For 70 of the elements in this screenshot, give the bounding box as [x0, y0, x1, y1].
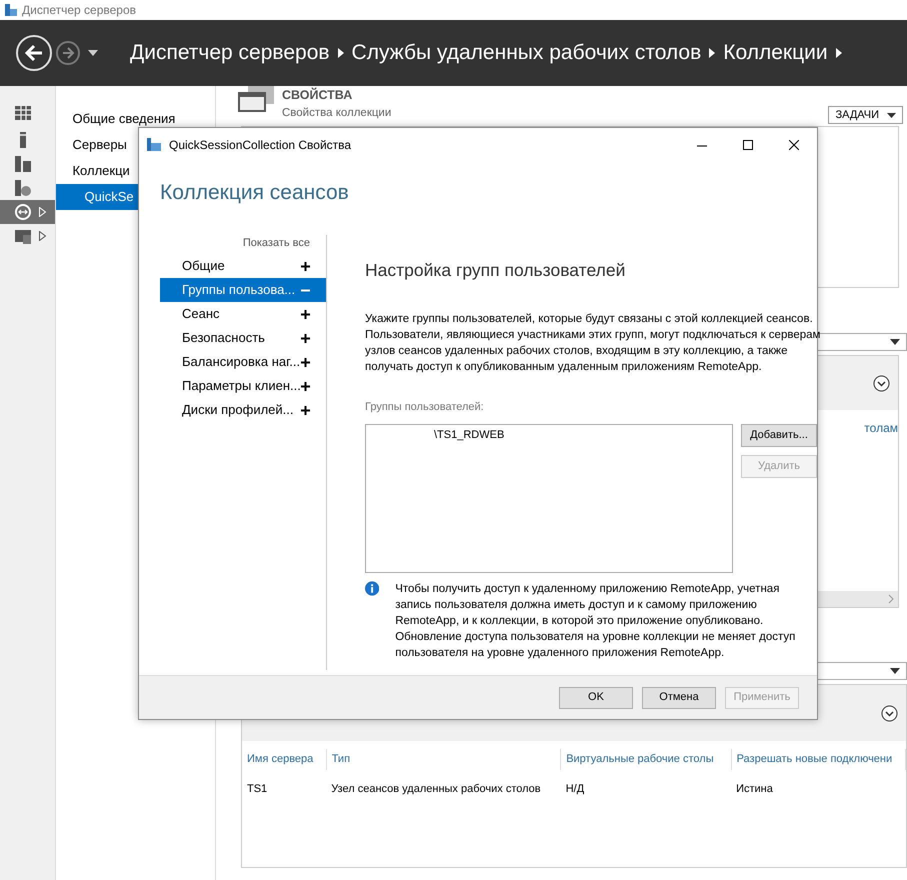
history-dropdown[interactable]	[88, 50, 98, 56]
breadcrumb-item[interactable]: Коллекции	[723, 37, 828, 69]
ok-button[interactable]: OK	[559, 686, 633, 708]
link-text[interactable]: толам	[864, 419, 898, 591]
breadcrumb-separator-icon	[709, 48, 716, 58]
table-cell: TS1	[242, 770, 326, 810]
close-icon	[789, 140, 799, 150]
nav-item[interactable]: Балансировка наг...	[160, 350, 326, 374]
column-header[interactable]: Тип	[326, 749, 561, 770]
nav-item[interactable]: Безопасность	[160, 326, 326, 350]
plus-icon	[301, 358, 310, 366]
description-text: Укажите группы пользователей, которые будут связаны с этой коллекцией сеансов. Пользователи, являющиеся участниками этих групп, могут подключаться к серверам узлов сеансов удаленных рабочих столов, входящим в эту коллекцию, а также получать доступ к опубликованным удаленным приложениям RemoteApp.	[365, 312, 822, 376]
back-arrow-icon	[23, 42, 45, 64]
groups-list[interactable]: \TS1_RDWEB	[365, 424, 733, 573]
table-cell: Н/Д	[560, 770, 732, 810]
app-icon	[147, 138, 161, 151]
window-title: Диспетчер серверов	[22, 2, 136, 19]
show-all-link[interactable]: Показать все	[160, 235, 326, 254]
plus-icon	[301, 334, 310, 342]
breadcrumb-separator-icon	[836, 48, 842, 58]
sidebar-tool[interactable]	[0, 200, 56, 224]
table-cell: Истина	[731, 770, 906, 810]
nav-item[interactable]: Сеанс	[160, 302, 326, 326]
server-disc-icon	[15, 180, 31, 196]
info-icon	[365, 580, 380, 596]
caret-icon	[88, 50, 98, 56]
forward-button[interactable]	[56, 41, 80, 65]
maximize-icon	[743, 140, 753, 150]
remote-circle-icon	[15, 204, 31, 220]
column-header[interactable]: Виртуальные рабочие столы	[560, 749, 732, 770]
scroll-right-icon	[888, 594, 894, 604]
nav-item[interactable]: Параметры клиен...	[160, 374, 326, 398]
dropdown-field[interactable]	[816, 662, 907, 680]
collapse-chevron-icon[interactable]	[881, 704, 898, 722]
plus-icon	[301, 262, 310, 270]
section-title: Настройка групп пользователей	[365, 259, 626, 282]
breadcrumb-item[interactable]: Диспетчер серверов	[130, 37, 330, 69]
servers-icon	[15, 156, 31, 172]
nav-item[interactable]: Группы пользова...	[160, 278, 326, 302]
dialog-title: QuickSessionCollection Свойства	[169, 136, 352, 154]
back-button[interactable]	[16, 35, 52, 71]
nav-item[interactable]: Диски профилей...	[160, 398, 326, 422]
section-subtitle: Свойства коллекции	[282, 106, 392, 121]
field-label: Группы пользователей:	[365, 400, 485, 416]
add-button[interactable]: Добавить...	[741, 424, 817, 447]
nav-item[interactable]: Общие	[160, 254, 326, 278]
breadcrumb-separator-icon	[338, 48, 344, 58]
plus-icon	[301, 406, 310, 414]
column-header[interactable]: Разрешать новые подключени	[731, 749, 906, 770]
caret-icon	[890, 339, 900, 345]
table-cell: Узел сеансов удаленных рабочих столов	[326, 770, 561, 810]
properties-icon	[238, 86, 274, 112]
section-title: СВОЙСТВА	[282, 86, 354, 104]
app-icon	[4, 3, 18, 17]
cancel-button[interactable]: Отмена	[642, 686, 716, 708]
plus-icon	[301, 382, 310, 390]
expand-arrow-icon	[39, 231, 46, 241]
grid-icon	[15, 106, 31, 122]
list-item[interactable]: \TS1_RDWEB	[434, 426, 732, 444]
tasks-button[interactable]: ЗАДАЧИ	[828, 106, 903, 124]
info-note: Чтобы получить доступ к удаленному приложению RemoteApp, учетная запись пользователя должна иметь доступ и к самому приложению RemoteApp, и к коллекции, в которой это приложение опубликовано. Обновление доступа пользователя на уровне коллекции не меняет доступ пользователя на уровне удаленного приложения RemoteApp.	[395, 582, 796, 661]
caret-icon	[887, 112, 896, 118]
folder-icon	[15, 228, 31, 244]
forward-arrow-icon	[61, 46, 75, 60]
plus-icon	[301, 310, 310, 318]
caret-icon	[890, 668, 900, 674]
column-header[interactable]: Имя сервера	[242, 749, 326, 770]
expand-arrow-icon	[39, 207, 46, 217]
collapse-chevron-icon[interactable]	[873, 374, 890, 392]
breadcrumb-item[interactable]: Службы удаленных рабочих столов	[352, 37, 702, 69]
